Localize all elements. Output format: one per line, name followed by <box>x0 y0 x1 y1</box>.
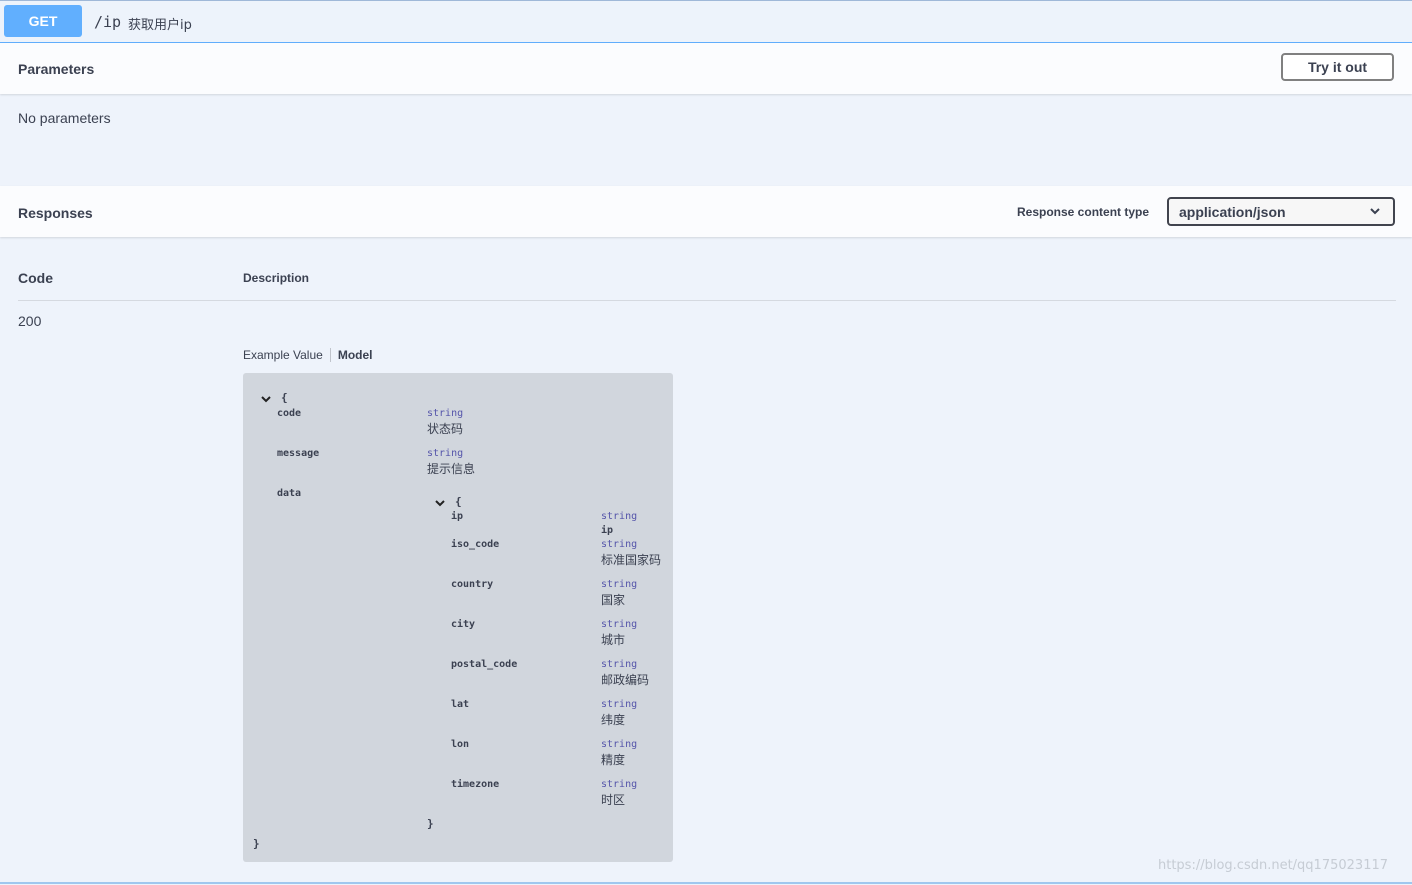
response-content-type-select[interactable]: application/json <box>1167 197 1395 226</box>
prop-name: message <box>277 448 320 459</box>
prop-type: string <box>601 739 638 750</box>
prop-name: lat <box>451 699 470 710</box>
prop-type: string <box>601 779 638 790</box>
prop-description: 状态码 <box>427 422 464 436</box>
prop-description: 时区 <box>601 793 626 807</box>
parameters-header: Parameters <box>0 43 1412 94</box>
chevron-down-icon[interactable] <box>261 394 271 404</box>
responses-title: Responses <box>18 205 93 221</box>
response-tabs: Example Value Model <box>243 348 373 362</box>
prop-name: data <box>277 488 302 499</box>
model-close-brace: } <box>253 837 260 850</box>
operation-summary[interactable]: GET /ip 获取用户ip <box>0 1 1412 43</box>
tab-example-value[interactable]: Example Value <box>243 348 323 362</box>
prop-description: ip <box>601 525 614 536</box>
prop-type: string <box>427 408 464 419</box>
data-close-brace: } <box>427 817 434 830</box>
prop-name: iso_code <box>451 539 500 550</box>
prop-name: timezone <box>451 779 500 790</box>
prop-type: string <box>601 579 638 590</box>
prop-type: string <box>601 511 638 522</box>
prop-description: 纬度 <box>601 713 626 727</box>
data-open-brace: { <box>455 495 462 508</box>
prop-type: string <box>427 448 464 459</box>
prop-type: string <box>601 619 638 630</box>
chevron-down-icon[interactable] <box>435 498 445 508</box>
try-it-out-button[interactable]: Try it out <box>1281 53 1394 81</box>
operation-path: /ip <box>94 13 122 31</box>
tab-divider <box>329 348 331 362</box>
prop-description: 标准国家码 <box>601 553 662 567</box>
parameters-title: Parameters <box>18 61 95 77</box>
prop-name: ip <box>451 511 464 522</box>
prop-type: string <box>601 699 638 710</box>
chevron-down-icon <box>1370 208 1380 215</box>
watermark: https://blog.csdn.net/qq175023117 <box>1158 858 1389 873</box>
model-panel: { code string 状态码 message string 提示信息 da… <box>243 373 673 862</box>
no-parameters-text: No parameters <box>18 110 111 126</box>
column-header-code: Code <box>18 270 53 286</box>
prop-name: lon <box>451 739 470 750</box>
prop-description: 城市 <box>601 633 626 647</box>
table-divider <box>18 300 1396 301</box>
prop-description: 精度 <box>601 753 626 767</box>
prop-name: city <box>451 619 476 630</box>
operation-description: 获取用户ip <box>128 18 192 33</box>
model-open-brace: { <box>281 391 288 404</box>
column-header-description: Description <box>243 271 310 285</box>
prop-type: string <box>601 539 638 550</box>
bottom-border <box>0 882 1412 884</box>
response-code: 200 <box>18 313 42 329</box>
prop-description: 国家 <box>601 593 626 607</box>
prop-description: 邮政编码 <box>601 673 650 687</box>
prop-description: 提示信息 <box>427 462 476 476</box>
prop-name: country <box>451 579 494 590</box>
prop-name: postal_code <box>451 659 518 670</box>
prop-name: code <box>277 408 302 419</box>
content-type-value: application/json <box>1179 204 1286 220</box>
method-badge: GET <box>4 5 82 37</box>
prop-type: string <box>601 659 638 670</box>
response-content-type-label: Response content type <box>1017 205 1150 219</box>
tab-model[interactable]: Model <box>338 348 373 362</box>
